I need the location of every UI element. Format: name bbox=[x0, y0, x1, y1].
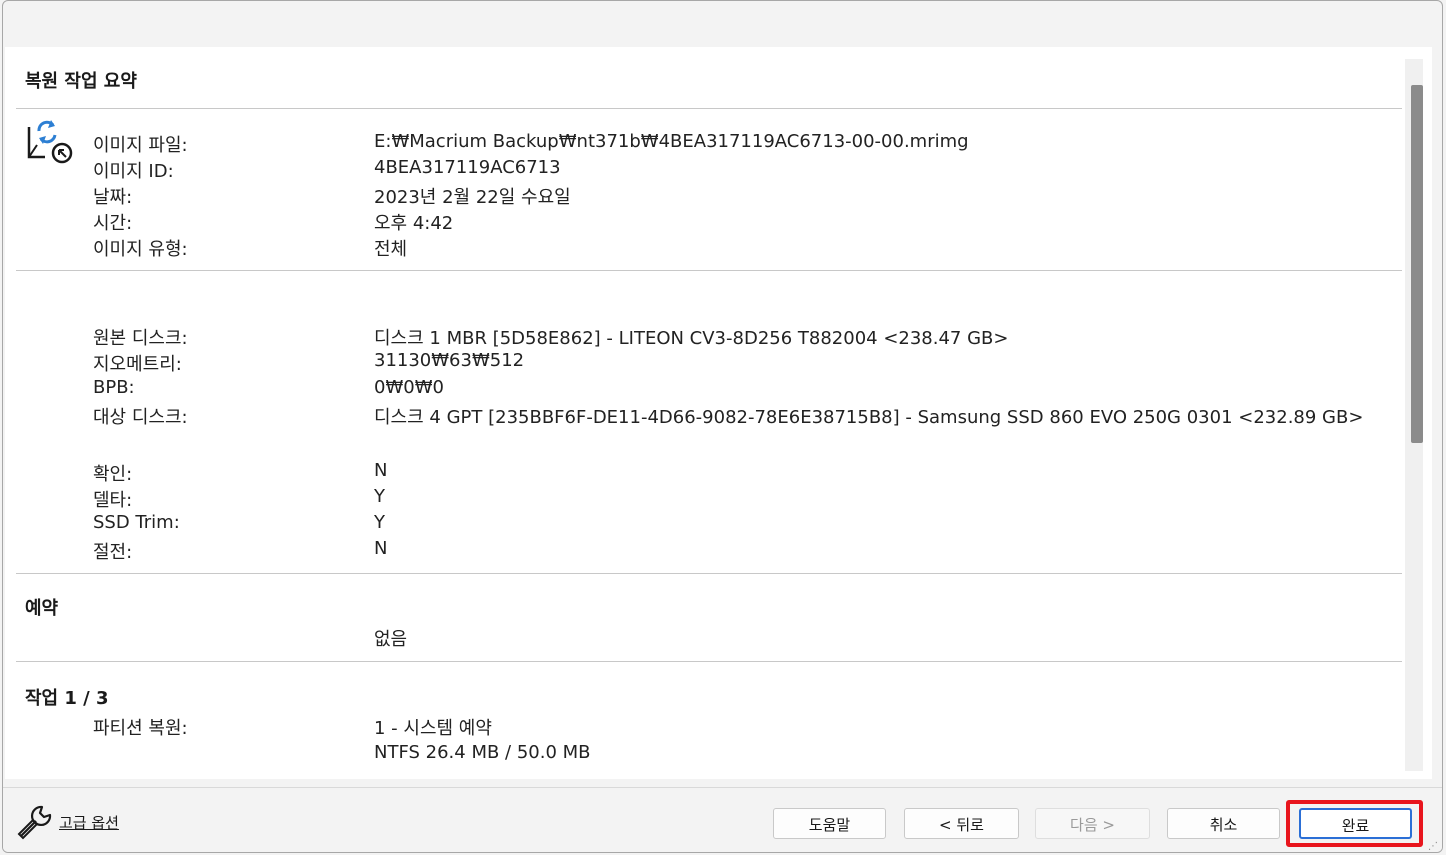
cancel-button[interactable]: 취소 bbox=[1167, 808, 1280, 839]
geometry-value: 31130₩63₩512 bbox=[374, 350, 525, 371]
image-type-label: 이미지 유형: bbox=[93, 239, 188, 260]
divider bbox=[16, 108, 1402, 109]
delta-label: 델타: bbox=[93, 490, 133, 511]
image-file-value: E:₩Macrium Backup₩nt371b₩4BEA317119AC671… bbox=[374, 131, 969, 152]
ssd-trim-value: Y bbox=[374, 512, 385, 533]
scrollbar-thumb[interactable] bbox=[1411, 85, 1423, 443]
vertical-scrollbar[interactable] bbox=[1405, 59, 1423, 771]
back-button[interactable]: < 뒤로 bbox=[904, 808, 1019, 839]
next-button[interactable]: 다음 > bbox=[1035, 808, 1150, 839]
resize-grip-icon[interactable]: ⋰ bbox=[1428, 841, 1438, 852]
verify-label: 확인: bbox=[93, 464, 133, 485]
finish-button[interactable]: 완료 bbox=[1299, 808, 1412, 839]
image-id-value: 4BEA317119AC6713 bbox=[374, 157, 561, 178]
image-file-label: 이미지 파일: bbox=[93, 135, 188, 156]
bpb-value: 0₩0₩0 bbox=[374, 377, 444, 398]
verify-value: N bbox=[374, 460, 388, 481]
ssd-trim-label: SSD Trim: bbox=[93, 512, 180, 533]
date-label: 날짜: bbox=[93, 187, 133, 208]
schedule-title: 예약 bbox=[25, 598, 59, 619]
wizard-footer: 고급 옵션 도움말 < 뒤로 다음 > 취소 완료 ⋰ bbox=[3, 787, 1442, 852]
power-save-label: 절전: bbox=[93, 542, 133, 563]
bpb-label: BPB: bbox=[93, 377, 135, 398]
divider bbox=[16, 573, 1402, 574]
time-value: 오후 4:42 bbox=[374, 213, 454, 234]
summary-panel: 복원 작업 요약 이미지 파일: E:₩Macrium Backup₩nt371… bbox=[5, 47, 1432, 779]
partition-restore-value: 1 - 시스템 예약 bbox=[374, 718, 492, 739]
restore-image-icon bbox=[27, 120, 73, 164]
date-value: 2023년 2월 22일 수요일 bbox=[374, 187, 571, 208]
geometry-label: 지오메트리: bbox=[93, 354, 182, 375]
task-title: 작업 1 / 3 bbox=[25, 688, 109, 709]
divider bbox=[16, 661, 1402, 662]
advanced-options-link[interactable]: 고급 옵션 bbox=[59, 812, 119, 833]
help-button[interactable]: 도움말 bbox=[773, 808, 886, 839]
summary-title: 복원 작업 요약 bbox=[25, 71, 137, 92]
restore-wizard-window: 복원 작업 요약 이미지 파일: E:₩Macrium Backup₩nt371… bbox=[2, 0, 1443, 853]
partition-restore-label: 파티션 복원: bbox=[93, 718, 188, 739]
partition-size-value: NTFS 26.4 MB / 50.0 MB bbox=[374, 742, 591, 763]
divider bbox=[16, 270, 1402, 271]
source-disk-value: 디스크 1 MBR [5D58E862] - LITEON CV3-8D256 … bbox=[374, 328, 1009, 349]
image-id-label: 이미지 ID: bbox=[93, 161, 174, 182]
wrench-icon bbox=[17, 805, 52, 840]
time-label: 시간: bbox=[93, 213, 133, 234]
source-disk-label: 원본 디스크: bbox=[93, 328, 188, 349]
target-disk-label: 대상 디스크: bbox=[93, 407, 188, 428]
image-type-value: 전체 bbox=[374, 239, 408, 260]
power-save-value: N bbox=[374, 538, 388, 559]
delta-value: Y bbox=[374, 486, 385, 507]
target-disk-value: 디스크 4 GPT [235BBF6F-DE11-4D66-9082-78E6E… bbox=[374, 407, 1364, 428]
schedule-value: 없음 bbox=[374, 629, 408, 650]
